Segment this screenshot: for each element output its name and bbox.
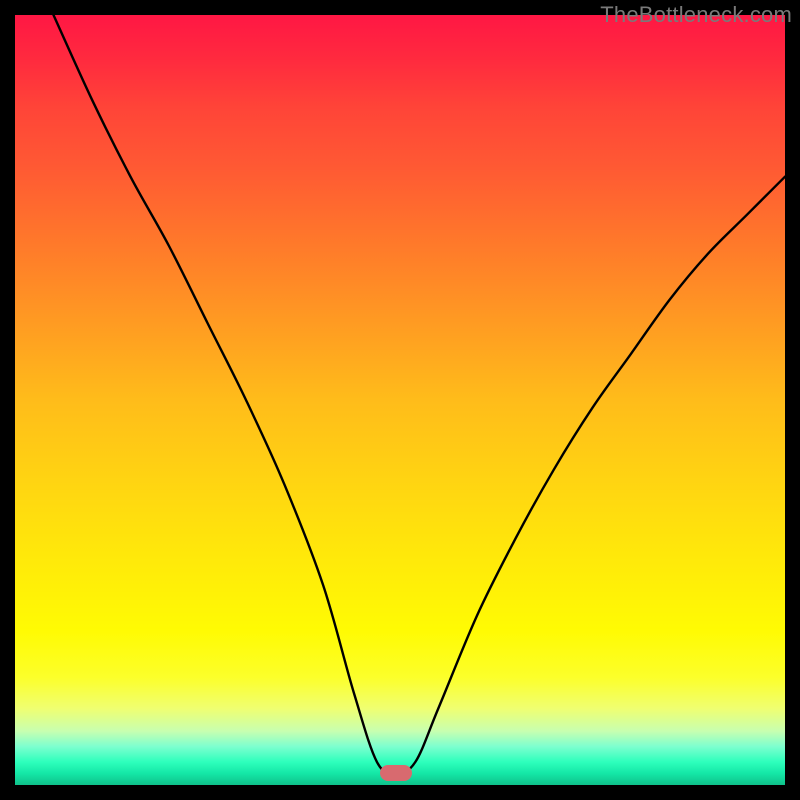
watermark-text: TheBottleneck.com: [600, 2, 792, 28]
curve-svg: [15, 15, 785, 785]
plot-area: [15, 15, 785, 785]
optimal-marker: [380, 765, 412, 781]
chart-canvas: TheBottleneck.com: [0, 0, 800, 800]
bottleneck-curve: [54, 15, 786, 774]
